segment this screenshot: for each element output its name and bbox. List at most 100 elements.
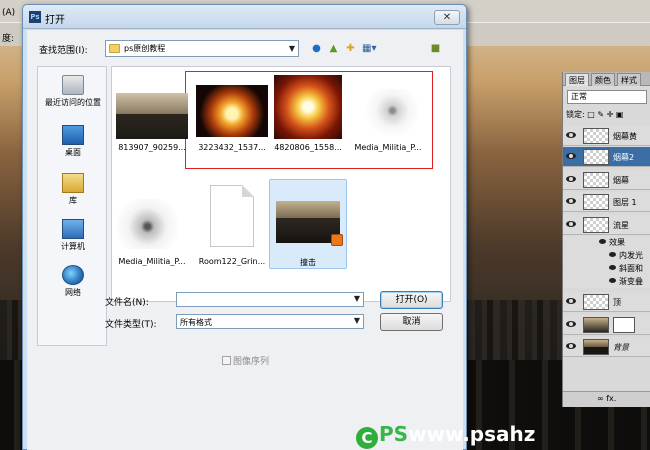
layer-thumbnail: [583, 172, 609, 188]
layer-mask-thumbnail: [613, 317, 635, 333]
image-sequence-checkbox[interactable]: 图像序列: [222, 354, 269, 367]
eye-icon[interactable]: [566, 342, 576, 350]
look-in-dropdown[interactable]: ps原创教程 ▼: [105, 40, 299, 57]
layer-name: 烟幕黄: [613, 132, 637, 141]
layer-name: 烟幕2: [613, 153, 635, 162]
layer-row[interactable]: 顶: [563, 292, 650, 312]
image-sequence-label: 图像序列: [233, 357, 270, 367]
effects-header[interactable]: 效果: [563, 236, 650, 249]
file-thumbnail: [274, 75, 342, 139]
blend-mode-dropdown[interactable]: 正常: [567, 90, 647, 104]
file-name: 4820806_1558...: [274, 143, 342, 152]
cancel-button[interactable]: 取消: [380, 313, 443, 331]
checkbox-box: [222, 356, 231, 365]
filetype-dropdown[interactable]: 所有格式 ▼: [176, 314, 364, 329]
lock-row: 锁定: □ ✎ ✛ ▣: [566, 109, 623, 120]
eye-icon[interactable]: [566, 297, 576, 305]
place-network[interactable]: 网络: [38, 265, 108, 298]
layers-panel: 图层 颜色 样式 正常 锁定: □ ✎ ✛ ▣ 烟幕黄 烟幕2 烟幕 图层 1 …: [562, 72, 650, 407]
layer-row[interactable]: [563, 315, 650, 335]
effect-row[interactable]: 内发光: [563, 249, 650, 262]
recent-places-icon: [62, 75, 84, 95]
dialog-title: 打开: [45, 15, 65, 26]
file-thumbnail: [354, 89, 424, 137]
effect-name: 斜面和: [619, 264, 643, 273]
layer-thumbnail: [583, 128, 609, 144]
effect-name: 内发光: [619, 251, 643, 260]
options-label: 度:: [2, 34, 15, 44]
eye-icon[interactable]: [609, 278, 616, 283]
psd-badge-icon: [331, 234, 343, 246]
menu-item-partial[interactable]: (A): [2, 8, 15, 18]
eye-icon[interactable]: [566, 175, 576, 183]
filetype-value: 所有格式: [180, 318, 212, 327]
desktop-folder-icon[interactable]: ■: [429, 42, 442, 55]
filetype-label: 文件类型(T):: [105, 320, 157, 330]
look-in-label: 查找范围(I):: [39, 46, 88, 56]
eye-icon[interactable]: [566, 131, 576, 139]
new-folder-icon[interactable]: ✚: [344, 42, 357, 55]
place-library[interactable]: 库: [38, 173, 108, 206]
layer-row-active[interactable]: 烟幕2: [563, 147, 650, 167]
eye-icon[interactable]: [609, 265, 616, 270]
eye-icon[interactable]: [566, 320, 576, 328]
file-thumbnail: [276, 201, 343, 246]
page-fold: [242, 185, 254, 197]
place-desktop[interactable]: 桌面: [38, 125, 108, 158]
layer-row[interactable]: 图层 1: [563, 192, 650, 212]
filename-input[interactable]: ▼: [176, 292, 364, 307]
layer-thumbnail: [583, 339, 609, 355]
place-recent[interactable]: 最近访问的位置: [38, 75, 108, 108]
link-fx-icons[interactable]: ∞ fx.: [597, 394, 616, 403]
tab-layers[interactable]: 图层: [565, 73, 589, 86]
effect-row[interactable]: 渐变叠: [563, 275, 650, 288]
file-thumbnail: [116, 93, 188, 139]
layer-name: 顶: [613, 298, 621, 307]
look-in-value: ps原创教程: [124, 44, 166, 53]
close-button[interactable]: ✕: [434, 10, 460, 25]
layer-row[interactable]: 流星: [563, 215, 650, 235]
eye-icon[interactable]: [599, 239, 606, 244]
back-icon[interactable]: ●: [310, 42, 323, 55]
layer-row[interactable]: 烟幕: [563, 170, 650, 190]
eye-icon[interactable]: [566, 152, 576, 160]
network-icon: [62, 265, 84, 285]
layer-row[interactable]: 烟幕黄: [563, 126, 650, 146]
tab-styles[interactable]: 样式: [617, 73, 641, 86]
file-thumbnail: [116, 199, 186, 249]
chevron-down-icon: ▼: [288, 44, 295, 53]
dialog-title-bar[interactable]: Ps 打开 ✕: [23, 5, 466, 29]
desktop-icon: [62, 125, 84, 145]
watermark-logo-icon: C: [356, 427, 378, 449]
eye-icon[interactable]: [566, 220, 576, 228]
place-label: 最近访问的位置: [45, 98, 101, 107]
file-name: Room122_Grin...: [198, 257, 266, 266]
effect-row[interactable]: 斜面和: [563, 262, 650, 275]
layer-thumbnail: [583, 294, 609, 310]
eye-icon[interactable]: [566, 197, 576, 205]
layer-name: 背景: [613, 343, 629, 352]
eye-icon[interactable]: [609, 252, 616, 257]
layer-thumbnail: [583, 149, 609, 165]
chevron-down-icon: ▼: [353, 294, 360, 303]
layer-thumbnail: [583, 217, 609, 233]
layer-name: 烟幕: [613, 176, 629, 185]
up-folder-icon[interactable]: ▲: [327, 42, 340, 55]
views-menu-icon[interactable]: ▦▾: [362, 42, 376, 55]
tab-color[interactable]: 颜色: [591, 73, 615, 86]
layer-thumbnail: [583, 194, 609, 210]
filename-label: 文件名(N):: [105, 298, 149, 308]
layers-bottom-toolbar: ∞ fx.: [563, 391, 650, 407]
file-name: 撞击: [300, 258, 316, 267]
open-button[interactable]: 打开(O): [380, 291, 443, 309]
library-icon: [62, 173, 84, 193]
place-label: 库: [69, 196, 77, 205]
lock-label: 锁定:: [566, 110, 585, 119]
computer-icon: [62, 219, 84, 239]
place-computer[interactable]: 计算机: [38, 219, 108, 252]
photoshop-app-icon: Ps: [29, 11, 41, 23]
layer-row[interactable]: 背景: [563, 337, 650, 357]
dialog-body: 查找范围(I): ps原创教程 ▼ ● ▲ ✚ ▦▾ ■ 最近访问的位置 桌面 …: [27, 30, 463, 450]
file-list: 813907_90259... 3223432_1537... 4820806_…: [111, 66, 451, 302]
lock-icons[interactable]: □ ✎ ✛ ▣: [587, 110, 623, 119]
